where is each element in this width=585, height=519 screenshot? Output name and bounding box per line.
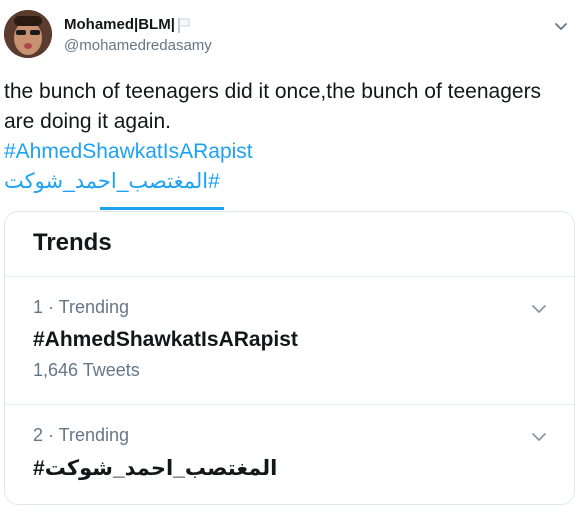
trend-item[interactable]: 2 · Trending #المغتصب_احمد_شوكت	[5, 404, 574, 504]
tweet-header: Mohamed|BLM| @mohamedredasamy	[4, 10, 581, 66]
flag-icon	[177, 17, 191, 33]
avatar[interactable]	[4, 10, 52, 58]
hashtag-link-arabic[interactable]: #المغتصب_احمد_شوكت	[4, 167, 574, 197]
author-name[interactable]: Mohamed|BLM|	[64, 16, 191, 33]
trend-meta: 2 · Trending	[33, 425, 130, 445]
trend-item[interactable]: 1 · Trending #AhmedShawkatIsARapist 1,64…	[5, 276, 574, 404]
chevron-down-icon[interactable]	[528, 426, 550, 448]
author-handle[interactable]: @mohamedredasamy	[64, 37, 212, 54]
trends-title: Trends	[33, 229, 112, 256]
trend-name[interactable]: #AhmedShawkatIsARapist	[33, 328, 298, 352]
trend-meta: 1 · Trending	[33, 297, 130, 317]
trends-card: Trends 1 · Trending #AhmedShawkatIsARapi…	[4, 211, 575, 505]
tweet-options-chevron-icon[interactable]	[551, 16, 571, 36]
chevron-down-icon[interactable]	[528, 298, 550, 320]
trend-count: 1,646 Tweets	[33, 360, 140, 380]
active-tab-indicator	[100, 207, 224, 210]
author-name-text[interactable]: Mohamed|BLM|	[64, 16, 175, 33]
trend-name[interactable]: #المغتصب_احمد_شوكت	[33, 456, 277, 481]
tweet-body: the bunch of teenagers did it once,the b…	[4, 77, 574, 197]
tweet-text: the bunch of teenagers did it once,the b…	[4, 80, 542, 133]
hashtag-link[interactable]: #AhmedShawkatIsARapist	[4, 137, 574, 167]
